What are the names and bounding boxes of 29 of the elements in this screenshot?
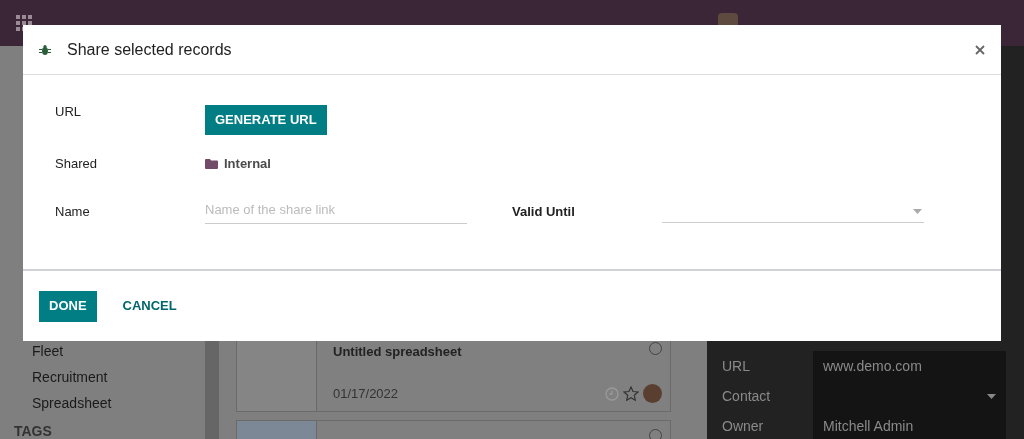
sidebar-item[interactable]: Recruitment [32, 364, 205, 390]
generate-url-button[interactable]: GENERATE URL [205, 105, 327, 135]
field-label: Shared [55, 155, 98, 174]
close-icon[interactable] [975, 44, 985, 55]
detail-field[interactable]: www.demo.com [813, 351, 1006, 381]
document-title: Untitled spreadsheet [333, 343, 462, 361]
document-date: 01/17/2022 [333, 384, 399, 403]
detail-field[interactable]: Mitchell Admin [813, 411, 1006, 439]
detail-label: URL [721, 356, 751, 376]
detail-label: Contact [721, 386, 772, 406]
clock-icon[interactable] [605, 386, 619, 401]
bug-icon [39, 43, 51, 56]
done-button[interactable]: DONE [39, 290, 97, 322]
sidebar-section-title: TAGS [14, 422, 53, 439]
caret-icon [987, 393, 996, 399]
folder-icon [205, 159, 218, 169]
star-icon[interactable] [623, 386, 639, 401]
cancel-button[interactable]: CANCEL [112, 290, 187, 322]
field-label: Name [55, 203, 91, 222]
dialog-title: Share selected records [67, 39, 232, 60]
sidebar-item[interactable]: Fleet [32, 338, 205, 364]
name-input-field[interactable]: Name of the share link [205, 200, 467, 224]
user-avatar [643, 384, 662, 403]
sidebar-item[interactable]: Spreadsheet [32, 390, 205, 416]
field-label: URL [55, 103, 82, 121]
field-label: Valid Until [512, 203, 576, 222]
caret-icon [913, 209, 922, 214]
detail-label: Owner [721, 416, 765, 436]
shared-value: Internal [224, 155, 271, 174]
